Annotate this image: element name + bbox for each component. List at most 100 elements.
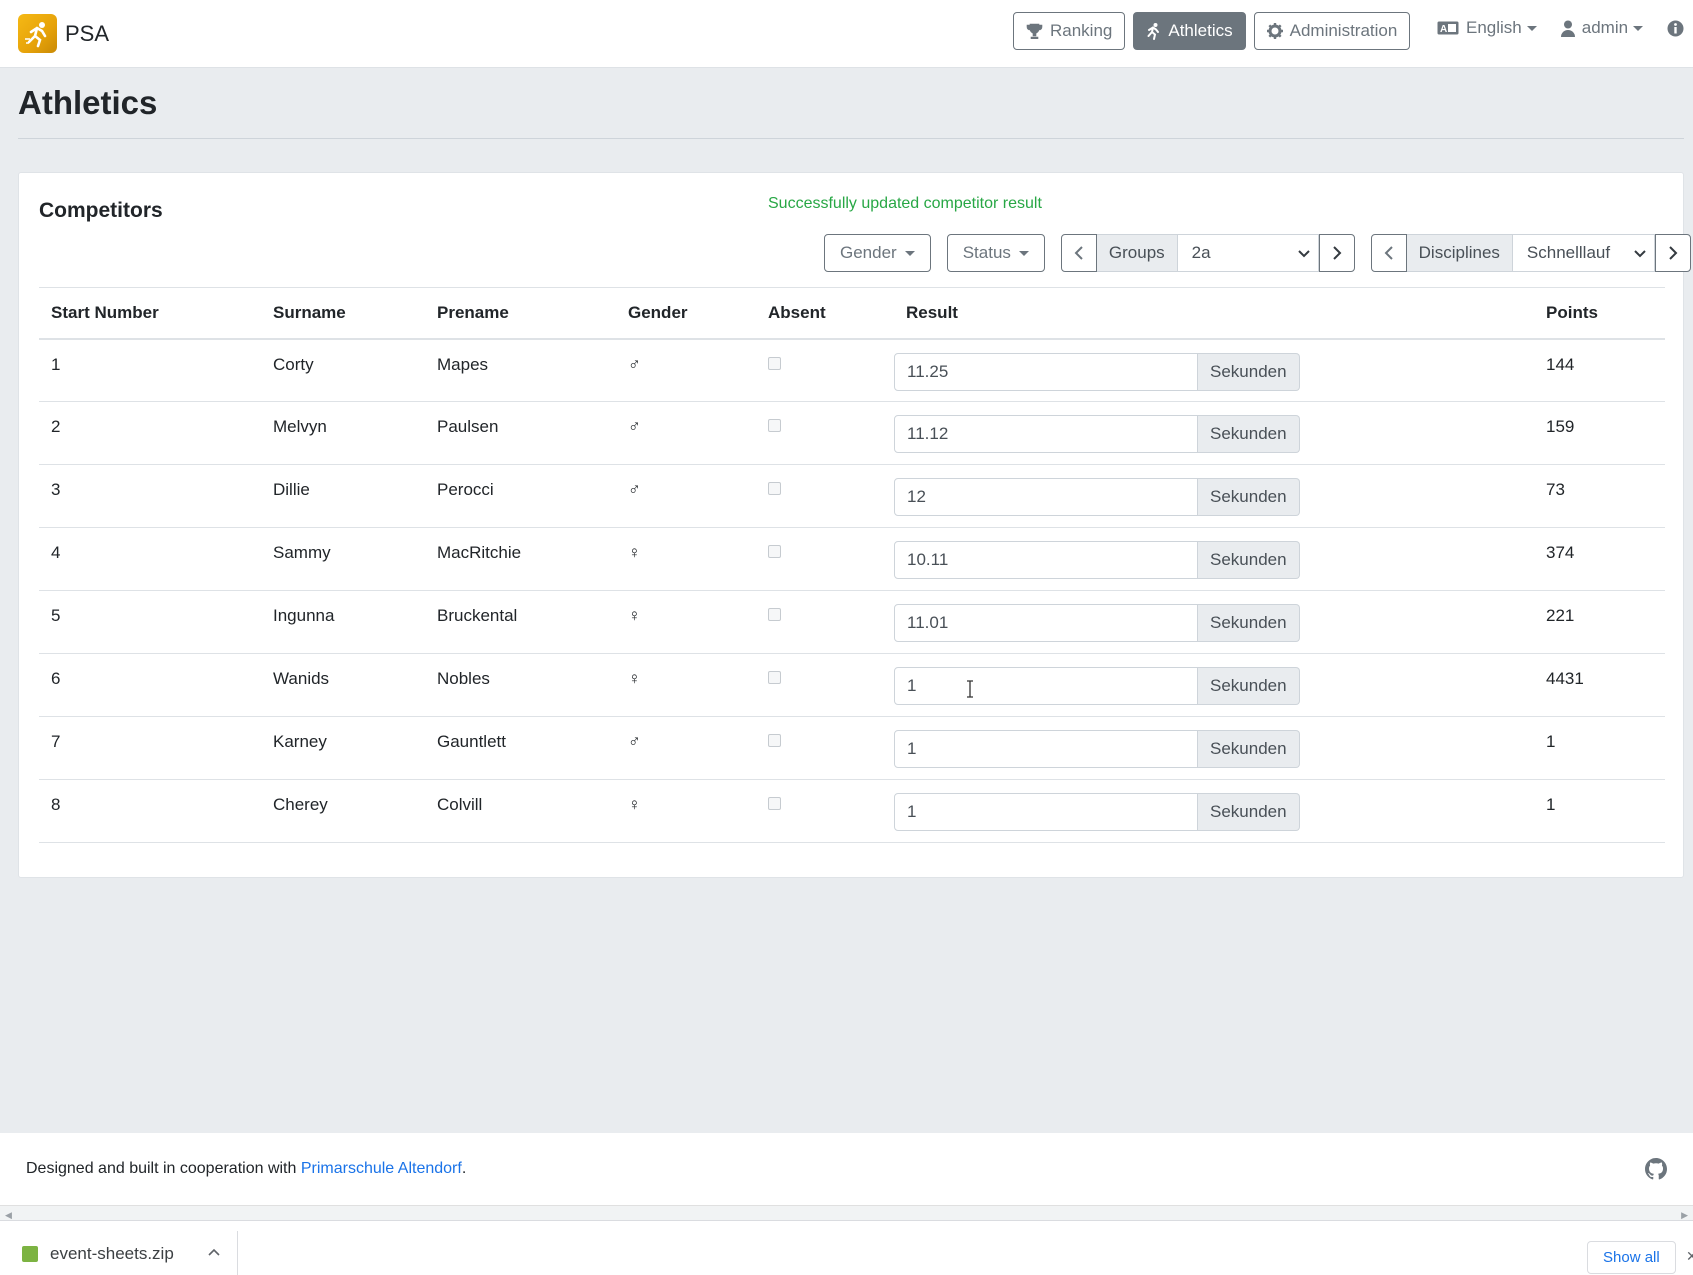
- groups-selector: Groups 2a: [1060, 234, 1355, 272]
- table-row: 3 Dillie Perocci ♂ 12 Sekunden 73: [39, 464, 1665, 528]
- result-input[interactable]: 11.25: [894, 352, 1198, 391]
- absent-checkbox[interactable]: [768, 797, 781, 810]
- github-icon[interactable]: [1645, 1158, 1667, 1180]
- points: 4431: [1534, 653, 1665, 717]
- absent-checkbox[interactable]: [768, 734, 781, 747]
- groups-next-button[interactable]: [1318, 234, 1355, 272]
- language-dropdown[interactable]: A English: [1437, 18, 1537, 38]
- absent-checkbox[interactable]: [768, 608, 781, 621]
- status-filter-label: Status: [962, 243, 1011, 262]
- absent-checkbox[interactable]: [768, 482, 781, 495]
- caret-down-icon: [904, 250, 915, 256]
- groups-prev-button[interactable]: [1060, 234, 1097, 272]
- col-points: Points: [1534, 287, 1665, 340]
- nav-administration-button[interactable]: Administration: [1253, 12, 1411, 50]
- start-number: 6: [39, 653, 261, 717]
- gender-symbol-icon: ♂: [616, 401, 756, 465]
- gender-symbol-icon: ♀: [616, 527, 756, 591]
- page-title: Athletics: [18, 84, 158, 121]
- brand-name: PSA: [65, 20, 110, 46]
- surname: Corty: [261, 338, 425, 402]
- nav-athletics-button[interactable]: Athletics: [1133, 12, 1246, 50]
- surname: Ingunna: [261, 590, 425, 654]
- chevron-down-icon: [1297, 250, 1310, 258]
- chevron-right-icon: [1332, 246, 1342, 260]
- gender-symbol-icon: ♀: [616, 779, 756, 843]
- table-row: 4 Sammy MacRitchie ♀ 10.11 Sekunden 374: [39, 527, 1665, 591]
- prename: Paulsen: [425, 401, 616, 465]
- footer-period: .: [461, 1160, 467, 1177]
- nav-ranking-button[interactable]: Ranking: [1013, 12, 1126, 50]
- absent-checkbox[interactable]: [768, 356, 781, 370]
- surname: Melvyn: [261, 401, 425, 465]
- start-number: 4: [39, 527, 261, 591]
- filter-bar: Gender Status Groups 2a Disciplines Schn…: [824, 234, 1691, 272]
- table-row: 7 Karney Gauntlett ♂ 1 Sekunden 1: [39, 716, 1665, 780]
- result-input[interactable]: 1: [894, 730, 1198, 768]
- col-start-number: Start Number: [39, 287, 261, 340]
- result-input[interactable]: 11.12: [894, 415, 1198, 453]
- chevron-up-icon[interactable]: [208, 1248, 220, 1256]
- result-input[interactable]: 12: [894, 478, 1198, 516]
- result-input-group: 11.01 Sekunden: [894, 604, 1522, 642]
- user-label: admin: [1581, 18, 1629, 37]
- result-unit: Sekunden: [1198, 478, 1300, 516]
- col-prename: Prename: [425, 287, 616, 340]
- gender-filter-label: Gender: [840, 243, 897, 262]
- download-filename: event-sheets.zip: [50, 1243, 174, 1263]
- show-all-button[interactable]: Show all: [1587, 1241, 1676, 1274]
- result-input-group: 11.12 Sekunden: [894, 415, 1522, 453]
- points: 1: [1534, 716, 1665, 780]
- disciplines-next-button[interactable]: [1654, 234, 1691, 272]
- prename: Bruckental: [425, 590, 616, 654]
- result-input[interactable]: 10.11: [894, 541, 1198, 579]
- surname: Wanids: [261, 653, 425, 717]
- status-filter-dropdown[interactable]: Status: [946, 234, 1045, 272]
- col-result: Result: [894, 287, 1534, 340]
- absent-checkbox[interactable]: [768, 671, 781, 684]
- gear-icon: [1266, 23, 1283, 39]
- brand[interactable]: PSA: [18, 14, 109, 53]
- user-dropdown[interactable]: admin: [1560, 18, 1644, 38]
- close-icon[interactable]: ✕: [1686, 1248, 1693, 1265]
- table-header-row: Start Number Surname Prename Gender Abse…: [39, 287, 1665, 340]
- col-surname: Surname: [261, 287, 425, 340]
- horizontal-scrollbar[interactable]: ◀ ▶: [0, 1205, 1693, 1220]
- top-navbar: PSA Ranking Athletics Administration A E…: [0, 0, 1693, 68]
- start-number: 1: [39, 338, 261, 402]
- surname: Karney: [261, 716, 425, 780]
- competitors-card: Competitors Successfully updated competi…: [18, 172, 1691, 878]
- card-title: Competitors: [39, 199, 163, 222]
- footer-link[interactable]: Primarschule Altendorf: [301, 1160, 462, 1177]
- result-input-group: 1 Sekunden: [894, 793, 1522, 831]
- nav-athletics-label: Athletics: [1168, 21, 1233, 40]
- result-input[interactable]: 1: [894, 793, 1198, 831]
- prename: MacRitchie: [425, 527, 616, 591]
- prename: Perocci: [425, 464, 616, 528]
- disciplines-select[interactable]: Schnelllauf: [1511, 234, 1655, 272]
- table-row: 8 Cherey Colvill ♀ 1 Sekunden 1: [39, 779, 1665, 843]
- points: 73: [1534, 464, 1665, 528]
- result-input[interactable]: 1: [894, 667, 1198, 705]
- absent-checkbox[interactable]: [768, 545, 781, 558]
- gender-filter-dropdown[interactable]: Gender: [824, 234, 931, 272]
- info-dropdown[interactable]: [1667, 20, 1693, 37]
- prename: Nobles: [425, 653, 616, 717]
- info-circle-icon: [1667, 20, 1684, 36]
- result-input[interactable]: 11.01: [894, 604, 1198, 642]
- result-unit: Sekunden: [1198, 352, 1300, 391]
- disciplines-prev-button[interactable]: [1370, 234, 1407, 272]
- language-label: English: [1466, 18, 1522, 37]
- caret-down-icon: [1526, 25, 1537, 31]
- nav-ranking-label: Ranking: [1050, 21, 1113, 40]
- disciplines-selector: Disciplines Schnelllauf: [1370, 234, 1691, 272]
- absent-checkbox[interactable]: [768, 419, 781, 432]
- runner-logo-icon: [18, 14, 57, 53]
- points: 144: [1534, 338, 1665, 402]
- groups-select[interactable]: 2a: [1176, 234, 1319, 272]
- download-item[interactable]: event-sheets.zip: [0, 1231, 238, 1275]
- disciplines-select-value: Schnelllauf: [1526, 243, 1611, 262]
- col-absent: Absent: [756, 287, 894, 340]
- caret-down-icon: [1018, 250, 1029, 256]
- chevron-right-icon: [1669, 246, 1678, 260]
